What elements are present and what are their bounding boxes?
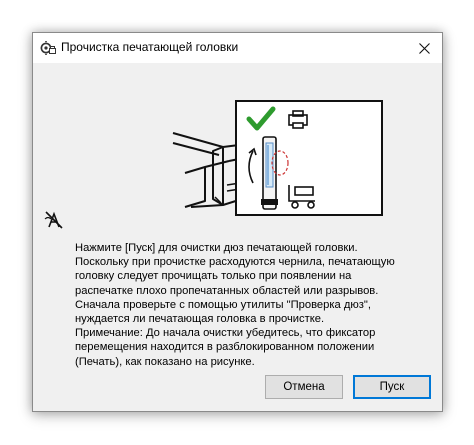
window-title: Прочистка печатающей головки [61, 40, 239, 54]
close-icon [418, 42, 430, 54]
cancel-button[interactable]: Отмена [265, 375, 343, 399]
close-button[interactable] [406, 33, 442, 63]
printhead-cleaning-dialog: Прочистка печатающей головки Нажмите [Пу… [32, 32, 443, 412]
printer-settings-icon [40, 41, 56, 55]
nozzle-cleaning-icon [44, 211, 63, 229]
title-bar: Прочистка печатающей головки [33, 33, 442, 63]
instruction-text: Нажмите [Пуск] для очистки дюз печатающе… [75, 242, 395, 368]
printhead-cleaning-illustration [172, 100, 383, 216]
start-button[interactable]: Пуск [353, 375, 431, 399]
